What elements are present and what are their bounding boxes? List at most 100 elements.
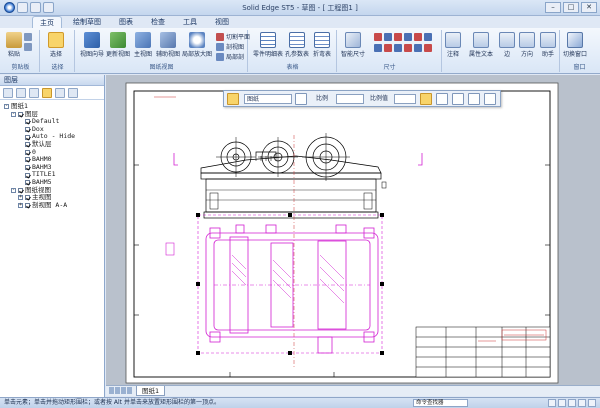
- layer-visibility-checkbox[interactable]: [25, 180, 30, 186]
- tab-sketch[interactable]: 绘制草图: [66, 16, 108, 28]
- bend-table-button[interactable]: 折弯表: [313, 32, 331, 58]
- tree-item[interactable]: BAHM0: [2, 156, 102, 164]
- tree-item[interactable]: 0: [2, 148, 102, 157]
- show-layer-icon[interactable]: [29, 88, 39, 98]
- tab-annotation[interactable]: 图表: [112, 16, 140, 28]
- detail-view-button[interactable]: 局部放大图: [182, 32, 212, 58]
- layer-visibility-checkbox[interactable]: [18, 187, 23, 193]
- new-layer-icon[interactable]: [3, 88, 13, 98]
- expand-toggle-icon[interactable]: -: [11, 187, 16, 193]
- layer-visibility-checkbox[interactable]: [25, 127, 30, 133]
- layer-visibility-checkbox[interactable]: [25, 172, 30, 178]
- layer-visibility-checkbox[interactable]: [25, 134, 30, 140]
- fit-icon[interactable]: [558, 399, 566, 407]
- layer-visibility-checkbox[interactable]: [25, 165, 30, 171]
- command-finder-input[interactable]: 命令查找器: [413, 399, 468, 407]
- scale-select[interactable]: [336, 94, 364, 104]
- active-layer-icon[interactable]: [42, 88, 52, 98]
- tree-item[interactable]: Auto - Hide: [2, 133, 102, 141]
- expand-toggle-icon[interactable]: -: [4, 104, 9, 110]
- sheet-tab-1[interactable]: 图纸1: [136, 386, 166, 396]
- update-icon[interactable]: [468, 93, 480, 105]
- view-icon[interactable]: [588, 399, 596, 407]
- pan-icon[interactable]: [568, 399, 576, 407]
- move-layer-icon[interactable]: [68, 88, 78, 98]
- smart-dimension-icon: [345, 32, 361, 48]
- section-view-button[interactable]: 剖视图: [216, 42, 244, 51]
- hole-table-button[interactable]: 孔参数表: [285, 32, 309, 58]
- layer-visibility-checkbox[interactable]: [25, 203, 30, 209]
- status-icons: [548, 399, 596, 407]
- edge-icon: [499, 32, 515, 48]
- layer-visibility-checkbox[interactable]: [18, 111, 23, 117]
- layer-visibility-checkbox[interactable]: [25, 142, 30, 148]
- tab-tools[interactable]: 工具: [176, 16, 204, 28]
- direction-button[interactable]: 方向: [519, 32, 535, 58]
- layer-dropdown-icon[interactable]: [295, 93, 307, 105]
- layer-select[interactable]: 图纸: [244, 94, 292, 104]
- auxiliary-view-button[interactable]: 辅助视图: [156, 32, 180, 58]
- expand-toggle-icon[interactable]: +: [18, 195, 23, 201]
- next-sheet-icon[interactable]: [121, 387, 126, 394]
- delete-layer-icon[interactable]: [16, 88, 26, 98]
- tree-item[interactable]: - 图纸视图: [2, 186, 102, 195]
- drawing-sheet[interactable]: [106, 75, 600, 385]
- copy-small[interactable]: [24, 43, 32, 51]
- tree-item-label: 剖视图 A-A: [32, 200, 68, 209]
- scale-value-label: 比例值: [370, 95, 389, 102]
- switch-window-button[interactable]: 切换窗口: [563, 32, 587, 58]
- tree-item[interactable]: Default: [2, 118, 102, 126]
- annotation-button[interactable]: 注释: [445, 32, 461, 58]
- prev-sheet-icon[interactable]: [115, 387, 120, 394]
- tab-view[interactable]: 视图: [208, 16, 236, 28]
- hide-layer-icon[interactable]: [55, 88, 65, 98]
- expand-toggle-icon[interactable]: +: [18, 203, 23, 209]
- cutting-plane-button[interactable]: 切割平面: [216, 32, 250, 41]
- rotate-icon[interactable]: [452, 93, 464, 105]
- tree-item[interactable]: + 剖视图 A-A: [2, 200, 102, 210]
- select-button[interactable]: 选择: [48, 32, 64, 58]
- style-icon[interactable]: [484, 93, 496, 105]
- tree-item[interactable]: 默认层: [2, 140, 102, 149]
- broken-out-button[interactable]: 局部剖: [216, 52, 244, 61]
- layer-visibility-checkbox[interactable]: [25, 149, 30, 155]
- close-button[interactable]: ✕: [581, 2, 597, 13]
- assistant-button[interactable]: 助手: [540, 32, 556, 58]
- principal-view-button[interactable]: 主视图: [134, 32, 152, 58]
- maximize-button[interactable]: □: [563, 2, 579, 13]
- parts-list-button[interactable]: 零件明细表: [253, 32, 283, 58]
- edge-button[interactable]: 边: [499, 32, 515, 58]
- align-icon[interactable]: [436, 93, 448, 105]
- property-text-button[interactable]: 属性文本: [469, 32, 493, 58]
- properties-icon[interactable]: [420, 93, 432, 105]
- drawing-canvas[interactable]: 图纸 比例 比例值: [106, 75, 600, 385]
- tree-item[interactable]: TITLE1: [2, 171, 102, 179]
- update-views-button[interactable]: 更新视图: [106, 32, 130, 58]
- last-sheet-icon[interactable]: [127, 387, 132, 394]
- cut-small[interactable]: [24, 33, 32, 41]
- zoom-icon[interactable]: [548, 399, 556, 407]
- scale-value-input[interactable]: [394, 94, 416, 104]
- update-views-icon: [110, 32, 126, 48]
- expand-toggle-icon[interactable]: -: [11, 111, 16, 117]
- group-clipboard: 粘贴 剪贴板: [2, 30, 40, 72]
- smart-dimension-button[interactable]: 智能尺寸: [341, 32, 365, 58]
- paste-button[interactable]: 粘贴: [6, 32, 22, 58]
- panel-toolbar: [0, 86, 104, 100]
- view-wizard-button[interactable]: 视图向导: [80, 32, 104, 58]
- zoom-area-icon[interactable]: [578, 399, 586, 407]
- paste-icon: [6, 32, 22, 48]
- tree-item[interactable]: BAHM5: [2, 178, 102, 187]
- first-sheet-icon[interactable]: [109, 387, 114, 394]
- tab-inspect[interactable]: 检查: [144, 16, 172, 28]
- chamfer-icon: [424, 33, 432, 41]
- minimize-button[interactable]: –: [545, 2, 561, 13]
- layer-visibility-checkbox[interactable]: [25, 195, 30, 201]
- tab-home[interactable]: 主页: [32, 16, 62, 28]
- dim-tool-1[interactable]: [374, 33, 432, 41]
- select-arrow-icon[interactable]: [227, 93, 239, 105]
- dim-tool-2[interactable]: [374, 44, 432, 52]
- layer-visibility-checkbox[interactable]: [25, 119, 30, 125]
- layer-visibility-checkbox[interactable]: [25, 157, 30, 163]
- tree-item[interactable]: - 图纸1: [2, 102, 102, 111]
